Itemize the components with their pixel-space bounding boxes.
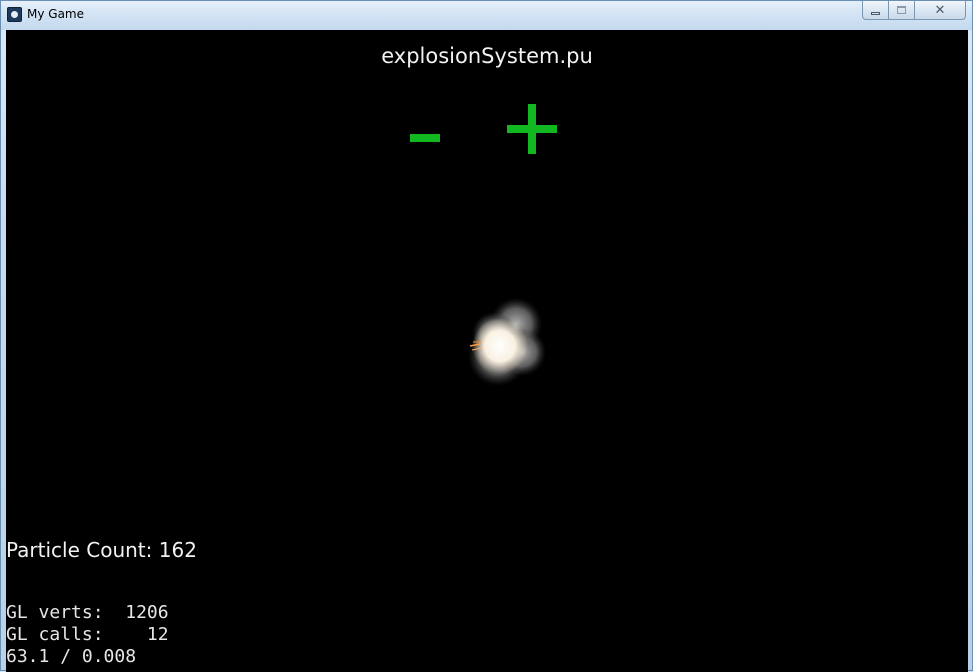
game-viewport[interactable]: explosionSystem.pu Particle Count: 162 G… xyxy=(6,30,968,672)
window-title: My Game xyxy=(27,7,84,21)
gl-verts-row: GL verts: 1206 xyxy=(6,602,169,624)
close-icon: ✕ xyxy=(934,2,946,18)
maximize-icon xyxy=(897,6,906,14)
game-app-icon[interactable] xyxy=(7,7,22,22)
minimize-button[interactable] xyxy=(862,1,889,20)
particle-count: Particle Count: 162 xyxy=(6,538,197,562)
particle-count-value: 162 xyxy=(158,538,197,562)
increase-particles-button[interactable] xyxy=(507,104,557,154)
caption-buttons: ✕ xyxy=(862,1,966,20)
fps-row: 63.1 / 0.008 xyxy=(6,646,137,667)
gl-verts-label: GL verts: xyxy=(6,602,104,623)
gl-calls-row: GL calls: 12 xyxy=(6,624,169,646)
gl-verts-value: 1206 xyxy=(125,602,169,623)
maximize-button[interactable] xyxy=(889,1,915,20)
minimize-icon xyxy=(871,11,880,15)
scene-title: explosionSystem.pu xyxy=(381,44,593,68)
gl-calls-value: 12 xyxy=(146,624,169,645)
gl-calls-label: GL calls: xyxy=(6,624,104,645)
frame-time-value: 0.008 xyxy=(81,646,137,667)
particle-count-label: Particle Count: xyxy=(6,538,153,562)
title-bar[interactable]: My Game ✕ xyxy=(1,1,972,30)
decrease-particles-button[interactable] xyxy=(410,134,440,142)
game-window: My Game ✕ explosionSystem.pu Particle Co… xyxy=(0,0,973,672)
render-stats: GL verts: 1206 GL calls: 12 63.1 / 0.008 xyxy=(6,602,169,668)
close-button[interactable]: ✕ xyxy=(915,1,966,20)
plus-icon-vertical xyxy=(528,104,536,154)
explosion-core xyxy=(472,318,528,374)
explosion-particles xyxy=(468,298,546,386)
fps-value: 63.1 xyxy=(6,646,50,667)
